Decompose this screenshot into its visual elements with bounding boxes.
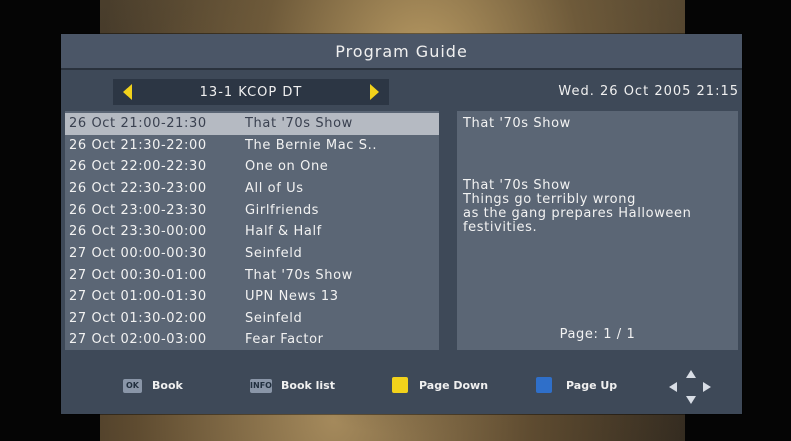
program-time: 26 Oct 22:00-22:30 <box>69 159 207 174</box>
program-row[interactable]: 27 Oct 02:00-03:00 Fear Factor <box>65 329 439 351</box>
footer-legend: OK Book INFO Book list Page Down Page Up <box>61 364 742 408</box>
blue-key-icon[interactable] <box>536 377 552 393</box>
program-row[interactable]: 26 Oct 22:30-23:00 All of Us <box>65 178 439 200</box>
program-row[interactable]: 26 Oct 21:00-21:30 That '70s Show <box>65 113 439 135</box>
page-down-label: Page Down <box>419 379 489 392</box>
program-time: 27 Oct 01:30-02:00 <box>69 311 207 326</box>
program-detail-panel: That '70s Show That '70s Show Things go … <box>457 111 738 350</box>
program-row[interactable]: 26 Oct 21:30-22:00 The Bernie Mac S.. <box>65 135 439 157</box>
program-title: Seinfeld <box>245 246 303 261</box>
program-row[interactable]: 27 Oct 01:30-02:00 Seinfeld <box>65 308 439 330</box>
channel-selector[interactable]: 13-1 KCOP DT <box>113 79 389 105</box>
program-row[interactable]: 27 Oct 01:00-01:30 UPN News 13 <box>65 286 439 308</box>
arrow-right-icon <box>703 382 711 392</box>
detail-description: That '70s Show Things go terribly wrong … <box>463 178 692 235</box>
program-list: 26 Oct 21:00-21:30 That '70s Show 26 Oct… <box>65 111 439 350</box>
program-row[interactable]: 26 Oct 22:00-22:30 One on One <box>65 156 439 178</box>
program-row[interactable]: 27 Oct 00:00-00:30 Seinfeld <box>65 243 439 265</box>
program-title: UPN News 13 <box>245 289 339 304</box>
dpad-arrows-icon <box>669 370 711 404</box>
current-datetime: Wed. 26 Oct 2005 21:15 <box>558 84 739 99</box>
program-row[interactable]: 26 Oct 23:30-00:00 Half & Half <box>65 221 439 243</box>
channel-name: 13-1 KCOP DT <box>199 85 303 100</box>
program-title: Girlfriends <box>245 203 320 218</box>
program-title: One on One <box>245 159 329 174</box>
book-list-label: Book list <box>281 379 335 392</box>
program-time: 26 Oct 21:30-22:00 <box>69 138 207 153</box>
program-time: 27 Oct 00:30-01:00 <box>69 268 207 283</box>
info-key-icon[interactable]: INFO <box>250 379 272 393</box>
program-time: 26 Oct 22:30-23:00 <box>69 181 207 196</box>
program-row[interactable]: 26 Oct 23:00-23:30 Girlfriends <box>65 200 439 222</box>
program-title: Half & Half <box>245 224 322 239</box>
program-row[interactable]: 27 Oct 00:30-01:00 That '70s Show <box>65 265 439 287</box>
arrow-down-icon <box>686 396 696 404</box>
program-time: 27 Oct 01:00-01:30 <box>69 289 207 304</box>
page-up-label: Page Up <box>566 379 618 392</box>
yellow-key-icon[interactable] <box>392 377 408 393</box>
book-label: Book <box>152 379 183 392</box>
program-title: Fear Factor <box>245 332 324 347</box>
program-time: 27 Oct 02:00-03:00 <box>69 332 207 347</box>
program-title: All of Us <box>245 181 304 196</box>
program-title: The Bernie Mac S.. <box>245 138 378 153</box>
program-time: 26 Oct 21:00-21:30 <box>69 116 207 131</box>
program-guide-panel: Program Guide 13-1 KCOP DT Wed. 26 Oct 2… <box>61 34 742 414</box>
program-title: Seinfeld <box>245 311 303 326</box>
triangle-right-icon[interactable] <box>370 84 379 100</box>
arrow-left-icon <box>669 382 677 392</box>
ok-key-icon[interactable]: OK <box>123 379 142 393</box>
program-time: 27 Oct 00:00-00:30 <box>69 246 207 261</box>
program-time: 26 Oct 23:30-00:00 <box>69 224 207 239</box>
page-title: Program Guide <box>61 34 742 70</box>
detail-title: That '70s Show <box>463 116 571 131</box>
detail-page-indicator: Page: 1 / 1 <box>559 327 636 342</box>
arrow-up-icon <box>686 370 696 378</box>
program-title: That '70s Show <box>245 116 353 131</box>
program-time: 26 Oct 23:00-23:30 <box>69 203 207 218</box>
program-title: That '70s Show <box>245 268 353 283</box>
